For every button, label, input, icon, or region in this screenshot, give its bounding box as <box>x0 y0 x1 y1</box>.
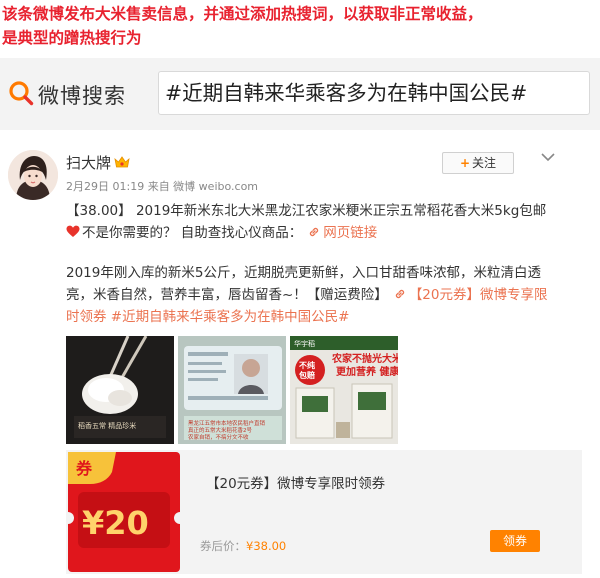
heart-icon <box>66 225 80 237</box>
username[interactable]: 扫大牌 <box>66 152 111 173</box>
follow-button[interactable]: + 关注 <box>442 152 514 174</box>
chevron-down-icon[interactable] <box>540 150 556 164</box>
post-text-line: 【38.00】 2019年新米东北大米黑龙江农家米粳米正宗五常稻花香大米5kg包… <box>66 203 547 219</box>
post-meta: 2月29日 01:19 来自 微博 weibo.com <box>66 180 259 193</box>
coupon-title: 【20元券】微博专享限时领券 <box>206 476 386 492</box>
follow-label: 关注 <box>472 156 497 170</box>
post-description: 2019年刚入库的新米5公斤，近期脱壳更新鲜，入口甘甜香味浓郁，米粒清白透 亮，… <box>66 262 590 328</box>
plus-icon: + <box>459 156 471 170</box>
image-caption-line: 真正的五常大米稻花香2号 <box>188 426 253 434</box>
post-image-rice-bags[interactable]: 华宇稻 农家不抛光大米 更加营养 健康 不纯 包赔 <box>290 336 398 444</box>
post-image-id-card[interactable]: 黑龙江五常市本地农民稻户直销 真正的五常大米稻花香2号 农家自销，不搞分文不收 <box>178 336 286 444</box>
image-caption-line: 农家自销，不搞分文不收 <box>188 433 249 441</box>
claim-coupon-button[interactable]: 领券 <box>490 530 540 552</box>
image-header: 华宇稻 <box>294 339 315 348</box>
weibo-search-logo: 微博搜索 <box>38 84 126 108</box>
post-image-rice[interactable]: 稻香五常 精品珍米 <box>66 336 174 444</box>
post-text: 【38.00】 2019年新米东北大米黑龙江农家米粳米正宗五常稻花香大米5kg包… <box>66 200 590 244</box>
search-header: 微博搜索 #近期自韩来华乘客多为在韩中国公民# <box>0 58 600 130</box>
post-text-line: 亮，米香自然，营养丰富，唇齿留香~！【赠运费险】 【20元券】微博专享限 <box>66 287 548 303</box>
coupon-card[interactable]: 券 ¥20 【20元券】微博专享限时领券 券后价：¥38.00 领券 <box>66 450 582 574</box>
image-badge-line: 不纯 <box>299 360 315 370</box>
caption-line-2: 是典型的蹭热搜行为 <box>2 29 142 47</box>
coupon-badge: 券 ¥20 <box>68 452 180 572</box>
post-text-line: 2019年刚入库的新米5公斤，近期脱壳更新鲜，入口甘甜香味浓郁，米粒清白透 <box>66 265 541 281</box>
web-link[interactable]: 网页链接 <box>323 225 377 241</box>
vip-crown-icon <box>114 156 130 168</box>
image-title-2: 更加营养 健康 <box>336 365 398 378</box>
link-icon <box>395 289 404 299</box>
search-icon <box>9 81 34 106</box>
coupon-link[interactable]: 【20元券】微博专享限 <box>409 287 548 303</box>
image-title-1: 农家不抛光大米 <box>331 352 398 365</box>
search-input[interactable]: #近期自韩来华乘客多为在韩中国公民# <box>158 71 590 115</box>
image-caption-line: 黑龙江五常市本地农民稻户直销 <box>188 419 266 427</box>
hashtag-link[interactable]: 时领券 #近期自韩来华乘客多为在韩中国公民# <box>66 306 590 328</box>
image-caption: 稻香五常 精品珍米 <box>78 421 136 430</box>
coupon-amount: ¥20 <box>82 504 149 542</box>
coupon-badge-label: 券 <box>75 459 93 478</box>
avatar[interactable] <box>8 150 58 200</box>
weibo-post: 扫大牌 2月29日 01:19 来自 微博 weibo.com + 关注 【38.… <box>0 138 600 578</box>
image-badge-line: 包赔 <box>298 370 315 380</box>
link-icon <box>310 227 319 237</box>
coupon-price: 券后价：¥38.00 <box>200 539 287 553</box>
caption-line-1: 该条微博发布大米售卖信息，并通过添加热搜词，以获取非正常收益， <box>2 5 483 23</box>
post-text-line: 不是你需要的？ 自助查找心仪商品： 网页链接 <box>66 222 590 244</box>
caption-annotation: 该条微博发布大米售卖信息，并通过添加热搜词，以获取非正常收益， 是典型的蹭热搜行… <box>0 2 600 50</box>
